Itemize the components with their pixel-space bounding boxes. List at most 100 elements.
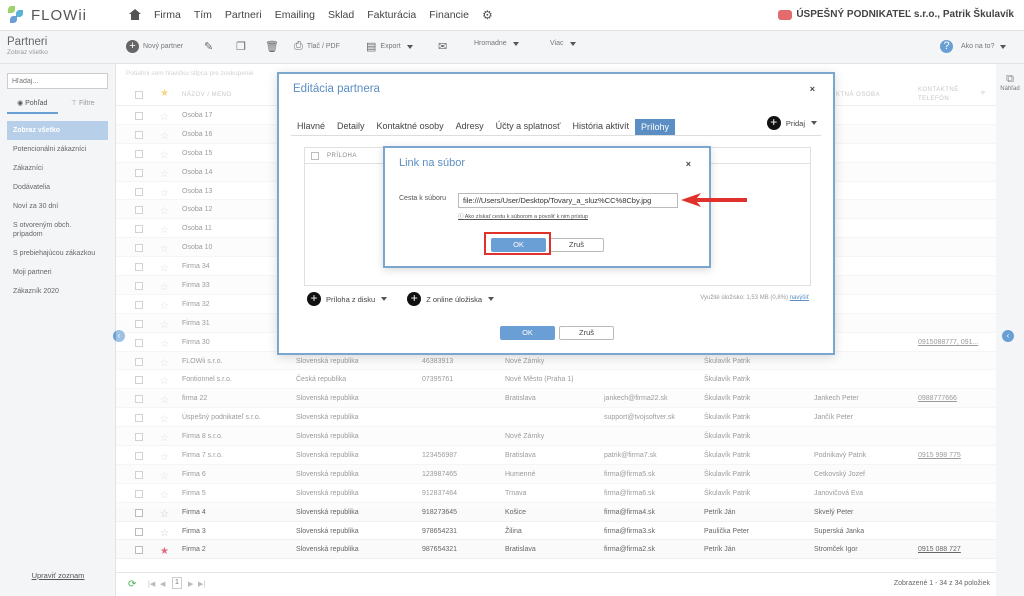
sidebar-item-open-case[interactable]: S otvoreným obch. prípadom — [7, 216, 108, 244]
last-page-icon[interactable]: ▶| — [198, 580, 205, 588]
top-bar: FLOWii Firma Tím Partneri Emailing Sklad… — [0, 0, 1024, 31]
attachment-actions: + Príloha z disku + Z online úložiska — [307, 292, 494, 306]
red-arrow-icon — [681, 193, 747, 207]
nav-partneri[interactable]: Partneri — [225, 9, 262, 21]
tab-contacts[interactable]: Kontaktné osoby — [371, 121, 450, 135]
star-icon[interactable]: ★ — [160, 546, 169, 557]
collapse-right-icon[interactable]: ‹ — [1002, 330, 1014, 342]
more-dropdown[interactable]: Viac — [550, 40, 576, 47]
company-name: ÚSPEŠNÝ PODNIKATEĽ s.r.o., Patrik Škulav… — [796, 9, 1014, 20]
storage-usage: Využité úložisko: 1,53 MB (0,8%) navýšiť — [700, 295, 809, 301]
file-path-input[interactable] — [458, 193, 678, 208]
copy-icon: ❐ — [236, 41, 246, 53]
storage-text: Využité úložisko: 1,53 MB (0,8%) — [700, 295, 789, 301]
table-row[interactable]: ☆ Firma 3 Slovenská republika 978654231 Žili… — [116, 522, 996, 541]
star-icon[interactable]: ☆ — [160, 509, 169, 520]
tab-accounts[interactable]: Účty a splatnosť — [490, 121, 567, 135]
tab-view-label: Pohľad — [25, 100, 48, 107]
close-icon[interactable]: × — [810, 84, 815, 94]
cell-phone[interactable]: 0915 088 727 — [918, 546, 961, 553]
tab-view[interactable]: ◉ Pohľad — [7, 99, 58, 114]
sidebar-search-input[interactable] — [7, 73, 108, 89]
cell-owner: Paulička Peter — [704, 527, 750, 535]
gear-icon[interactable]: ⚙ — [482, 8, 493, 22]
from-cloud-label: Z online úložiska — [426, 294, 483, 304]
sidebar-item-suppliers[interactable]: Dodávatelia — [7, 178, 108, 197]
copy-button[interactable]: ❐ — [236, 40, 250, 53]
current-page[interactable]: 1 — [172, 577, 182, 589]
nav-financie[interactable]: Financie — [429, 9, 469, 21]
dialog-close-icon[interactable]: × — [686, 159, 691, 169]
edit-button[interactable]: ✎ — [204, 40, 217, 53]
tab-history[interactable]: História aktivít — [567, 121, 636, 135]
nav-sklad[interactable]: Sklad — [328, 9, 354, 21]
print-button[interactable]: ⎙ Tlač / PDF — [294, 40, 340, 53]
sidebar-item-all[interactable]: Zobraz všetko — [7, 121, 108, 140]
path-help-link[interactable]: ⓘ Ako získať cestu k súborom a povoliť k… — [458, 212, 588, 220]
cell-city: Košice — [505, 508, 527, 516]
bulk-dropdown[interactable]: Hromadne — [474, 40, 519, 47]
path-help-text: Ako získať cestu k súborom a povoliť k n… — [464, 214, 589, 220]
tab-filter[interactable]: ⊤ Filtre — [58, 99, 109, 114]
refresh-icon[interactable]: ⟳ — [128, 579, 136, 590]
dialog-cancel-button[interactable]: Zruš — [549, 238, 604, 252]
tab-addresses[interactable]: Adresy — [450, 121, 490, 135]
sidebar-item-new[interactable]: Noví za 30 dní — [7, 197, 108, 216]
sidebar-item-customers[interactable]: Zákazníci — [7, 159, 108, 178]
external-link-icon: ⧉ — [1006, 73, 1014, 85]
cell-ico: 978654231 — [422, 527, 458, 535]
sidebar-item-ongoing-order[interactable]: S prebiehajúcou zákazkou — [7, 244, 108, 263]
modal-cancel-button[interactable]: Zruš — [559, 326, 614, 340]
nav-firma[interactable]: Firma — [154, 9, 181, 21]
row-checkbox[interactable] — [135, 546, 143, 555]
preview-toggle[interactable]: ⧉ Náhľad — [1000, 73, 1020, 92]
sidebar-item-potential[interactable]: Potencionálni zákazníci — [7, 140, 108, 159]
first-page-icon[interactable]: |◀ — [148, 580, 155, 588]
cell-email: firma@firma2.sk — [604, 546, 656, 554]
next-page-icon[interactable]: ▶ — [188, 580, 193, 588]
sidebar-item-customer-2020[interactable]: Zákazník 2020 — [7, 282, 108, 301]
modal-title: Editácia partnera — [293, 83, 380, 95]
tab-attachments[interactable]: Prílohy — [635, 119, 676, 135]
pager: ⟳ |◀ ◀ 1 ▶ ▶| Zobrazené 1 - 34 z 34 polo… — [116, 572, 996, 596]
print-label: Tlač / PDF — [306, 43, 340, 50]
nav-fakturacia[interactable]: Fakturácia — [367, 9, 416, 21]
modal-ok-button[interactable]: OK — [500, 326, 555, 340]
sidebar-tabs: ◉ Pohľad ⊤ Filtre — [7, 99, 108, 114]
help-dropdown[interactable]: ? Ako na to? — [940, 40, 1006, 53]
cell-country: Slovenská republika — [296, 508, 359, 516]
logo[interactable]: FLOWii — [8, 6, 118, 24]
from-disk-dropdown[interactable]: + Príloha z disku — [307, 292, 387, 306]
row-checkbox[interactable] — [135, 527, 143, 536]
tab-details[interactable]: Detaily — [331, 121, 371, 135]
attachments-select-all[interactable] — [311, 152, 319, 160]
storage-upgrade-link[interactable]: navýšiť — [790, 295, 809, 301]
export-label: Export — [380, 43, 401, 50]
add-dropdown[interactable]: + Pridaj — [766, 116, 817, 130]
email-button[interactable]: ✉ — [438, 40, 451, 53]
home-icon[interactable] — [128, 9, 142, 21]
plus-icon: + — [766, 116, 781, 130]
company-switcher[interactable]: ÚSPEŠNÝ PODNIKATEĽ s.r.o., Patrik Škulav… — [778, 9, 1014, 20]
preview-label: Náhľad — [1000, 86, 1020, 92]
nav-tim[interactable]: Tím — [194, 9, 212, 21]
tab-main[interactable]: Hlavné — [291, 121, 331, 135]
export-dropdown[interactable]: ▤ Export — [366, 40, 413, 53]
cell-email: firma@firma3.sk — [604, 527, 656, 535]
help-label: Ako na to? — [961, 43, 995, 50]
page-header: Partneri Zobraz všetko — [7, 36, 48, 56]
table-row[interactable]: ★ Firma 2 Slovenská republika 987654321 Brat… — [116, 540, 996, 560]
new-partner-label: Nový partner — [143, 43, 184, 50]
delete-button[interactable]: 🗑 — [265, 40, 283, 53]
prev-page-icon[interactable]: ◀ — [160, 580, 165, 588]
add-label: Pridaj — [785, 118, 805, 128]
sidebar-item-my-partners[interactable]: Moji partneri — [7, 263, 108, 282]
nav-emailing[interactable]: Emailing — [275, 9, 315, 21]
file-icon: ▤ — [366, 41, 377, 53]
new-partner-button[interactable]: + Nový partner — [126, 40, 183, 53]
from-cloud-dropdown[interactable]: + Z online úložiska — [407, 292, 494, 306]
edit-list-link[interactable]: Upraviť zoznam — [0, 571, 116, 580]
star-icon[interactable]: ☆ — [160, 528, 169, 539]
row-checkbox[interactable] — [135, 508, 143, 517]
pencil-icon: ✎ — [204, 41, 214, 53]
